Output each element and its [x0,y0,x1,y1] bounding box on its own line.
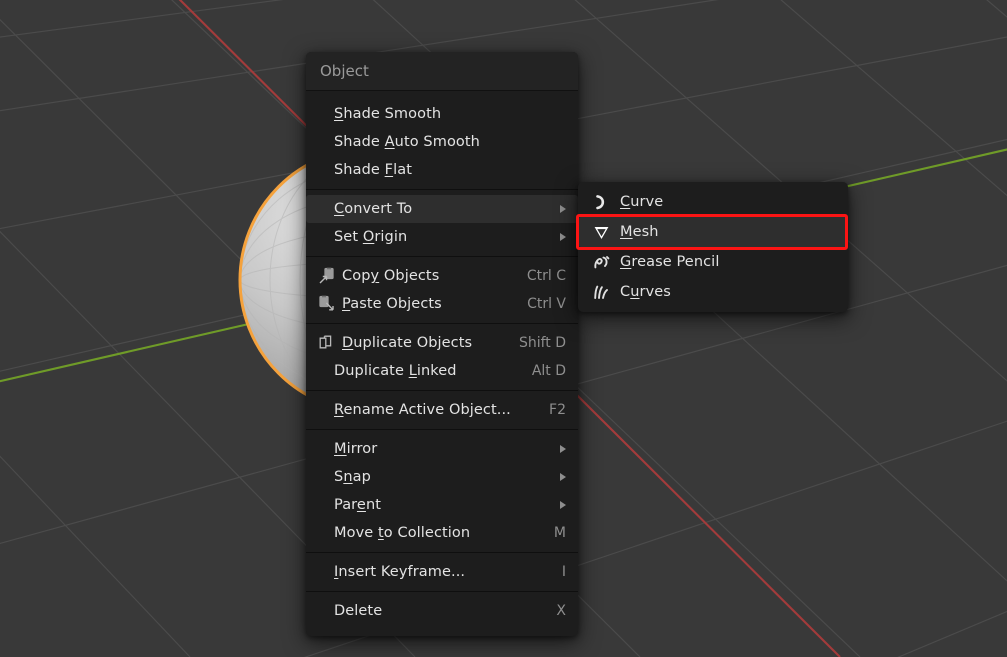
submenu-item-label: Grease Pencil [620,254,720,270]
submenu-item-curve[interactable]: Curve [578,187,848,217]
menu-item-parent[interactable]: Parent [306,491,578,519]
menu-separator [306,552,578,553]
menu-item-duplicate-linked[interactable]: Duplicate Linked Alt D [306,357,578,385]
menu-item-set-origin[interactable]: Set Origin [306,223,578,251]
menu-item-label: Mirror [334,441,378,457]
grease-pencil-icon [588,253,614,271]
object-menu-body: Shade Smooth Shade Auto Smooth Shade Flat C… [306,91,578,625]
menu-item-rename-active-object[interactable]: Rename Active Object... F2 [306,396,578,424]
menu-item-shade-auto-smooth[interactable]: Shade Auto Smooth [306,128,578,156]
menu-item-label: Duplicate Linked [334,363,457,379]
menu-item-label: Paste Objects [342,296,442,312]
submenu-item-mesh[interactable]: Mesh [578,217,848,247]
menu-item-shortcut: X [556,603,566,619]
copy-icon [314,267,340,285]
menu-item-label: Insert Keyframe... [334,564,466,580]
menu-item-mirror[interactable]: Mirror [306,435,578,463]
menu-item-shade-flat[interactable]: Shade Flat [306,156,578,184]
submenu-arrow-icon [560,501,566,509]
duplicate-icon [314,334,340,352]
menu-item-label: Set Origin [334,229,408,245]
curves-icon [588,283,614,301]
menu-item-snap[interactable]: Snap [306,463,578,491]
menu-item-shortcut: Shift D [518,335,566,351]
menu-item-convert-to[interactable]: Convert To [306,195,578,223]
menu-item-shortcut: Alt D [531,363,566,379]
menu-item-duplicate-objects[interactable]: Duplicate Objects Shift D [306,329,578,357]
submenu-arrow-icon [560,233,566,241]
submenu-arrow-icon [560,445,566,453]
menu-item-label: Snap [334,469,371,485]
menu-separator [306,390,578,391]
menu-separator [306,256,578,257]
submenu-item-label: Mesh [620,224,659,240]
menu-separator [306,323,578,324]
submenu-arrow-icon [560,205,566,213]
menu-item-delete[interactable]: Delete X [306,597,578,625]
menu-item-label: Rename Active Object... [334,402,511,418]
menu-item-shortcut: I [561,564,566,580]
menu-item-paste-objects[interactable]: Paste Objects Ctrl V [306,290,578,318]
menu-item-shortcut: M [553,525,566,541]
submenu-item-grease-pencil[interactable]: Grease Pencil [578,247,848,277]
menu-separator [306,429,578,430]
menu-item-label: Move to Collection [334,525,471,541]
menu-item-label: Parent [334,497,382,513]
menu-separator [306,189,578,190]
curve-icon [588,193,614,211]
menu-item-label: Duplicate Objects [342,335,473,351]
menu-item-shade-smooth[interactable]: Shade Smooth [306,100,578,128]
menu-item-label: Shade Auto Smooth [334,134,480,150]
menu-item-shortcut: Ctrl C [526,268,566,284]
menu-separator [306,591,578,592]
menu-item-shortcut: F2 [549,402,566,418]
submenu-item-curves[interactable]: Curves [578,277,848,307]
menu-item-label: Convert To [334,201,413,217]
menu-item-insert-keyframe[interactable]: Insert Keyframe... I [306,558,578,586]
paste-icon [314,295,340,313]
menu-item-label: Shade Smooth [334,106,442,122]
menu-item-label: Copy Objects [342,268,440,284]
submenu-item-label: Curves [620,284,671,300]
menu-item-label: Delete [334,603,383,619]
menu-title: Object [306,52,578,91]
convert-to-submenu[interactable]: Curve Mesh Grease Pencil Curves [578,182,848,312]
menu-item-shortcut: Ctrl V [527,296,566,312]
menu-item-label: Shade Flat [334,162,412,178]
submenu-arrow-icon [560,473,566,481]
object-context-menu[interactable]: Object Shade Smooth Shade Auto Smooth Shad… [306,52,578,636]
submenu-item-label: Curve [620,194,664,210]
menu-item-copy-objects[interactable]: Copy Objects Ctrl C [306,262,578,290]
menu-item-move-to-collection[interactable]: Move to Collection M [306,519,578,547]
mesh-icon [588,223,614,241]
